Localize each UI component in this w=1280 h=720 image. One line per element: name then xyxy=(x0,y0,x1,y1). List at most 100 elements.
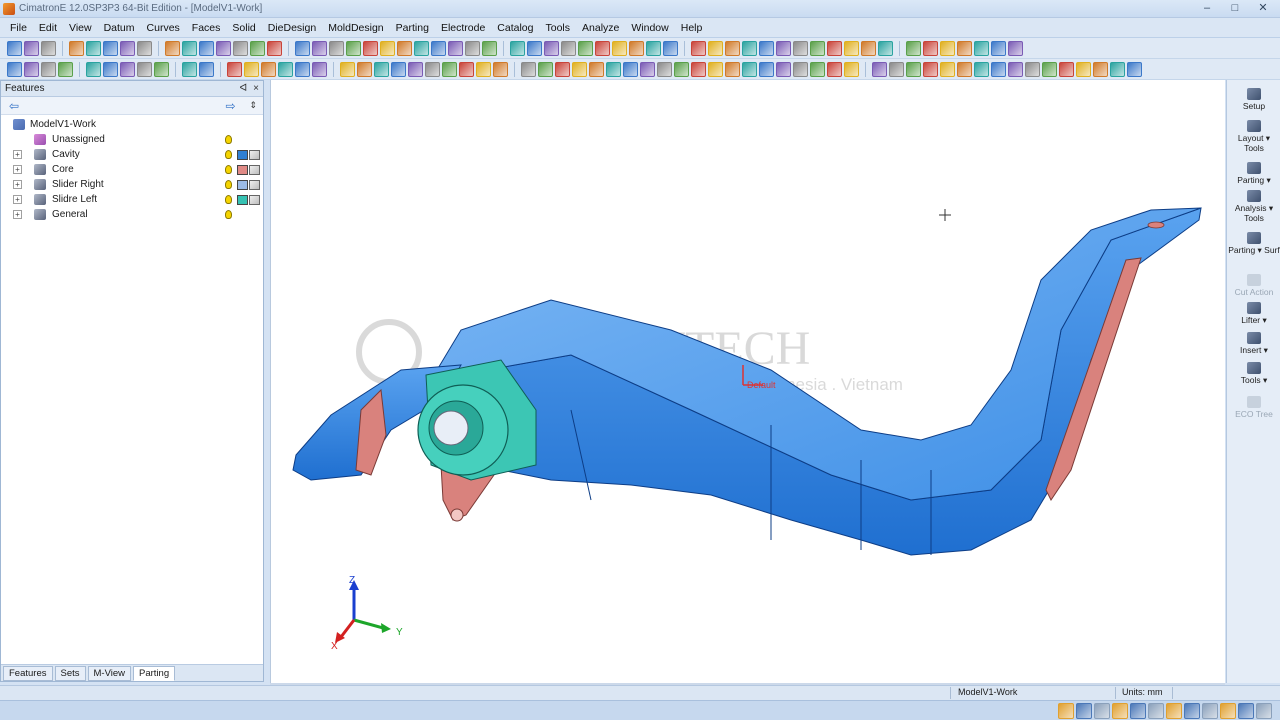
toolbar-tool-icon[interactable] xyxy=(940,61,955,77)
filter-tool-icon[interactable] xyxy=(1256,703,1272,719)
toolbar-tool-icon[interactable] xyxy=(199,40,214,56)
maximize-button[interactable]: □ xyxy=(1222,2,1248,16)
toolbar-tool-icon[interactable] xyxy=(267,40,282,56)
toolbar-tool-icon[interactable] xyxy=(442,61,457,77)
menu-help[interactable]: Help xyxy=(675,18,709,38)
toolbar-tool-icon[interactable] xyxy=(1127,61,1142,77)
toolbar-tool-icon[interactable] xyxy=(906,61,921,77)
toolbar-tool-icon[interactable] xyxy=(810,40,825,56)
toolbar-tool-icon[interactable] xyxy=(233,40,248,56)
toolbar-tool-icon[interactable] xyxy=(1110,61,1125,77)
toolbar-tool-icon[interactable] xyxy=(425,61,440,77)
model-canvas[interactable]: MYGROWTECH Malaysia . Singapore . Thaila… xyxy=(271,80,1225,683)
right-tool-button[interactable]: Lifter ▾ xyxy=(1227,302,1280,325)
toolbar-tool-icon[interactable] xyxy=(646,40,661,56)
toolbar-tool-icon[interactable] xyxy=(940,40,955,56)
menu-window[interactable]: Window xyxy=(625,18,674,38)
toolbar-tool-icon[interactable] xyxy=(482,40,497,56)
toolbar-tool-icon[interactable] xyxy=(41,61,56,77)
menu-catalog[interactable]: Catalog xyxy=(491,18,539,38)
toolbar-tool-icon[interactable] xyxy=(1042,61,1057,77)
menu-datum[interactable]: Datum xyxy=(98,18,141,38)
toolbar-tool-icon[interactable] xyxy=(742,61,757,77)
right-tool-button[interactable]: Layout ▾ Tools xyxy=(1227,120,1280,153)
toolbar-tool-icon[interactable] xyxy=(555,61,570,77)
toolbar-tool-icon[interactable] xyxy=(7,40,22,56)
toolbar-tool-icon[interactable] xyxy=(776,40,791,56)
toolbar-tool-icon[interactable] xyxy=(759,61,774,77)
toolbar-tool-icon[interactable] xyxy=(312,40,327,56)
toolbar-tool-icon[interactable] xyxy=(861,40,876,56)
toolbar-tool-icon[interactable] xyxy=(476,61,491,77)
menu-diedesign[interactable]: DieDesign xyxy=(262,18,322,38)
toolbar-tool-icon[interactable] xyxy=(538,61,553,77)
toolbar-tool-icon[interactable] xyxy=(974,40,989,56)
tree-item[interactable]: ModelV1-Work xyxy=(1,117,263,132)
forward-arrow-icon[interactable]: ⇨ xyxy=(225,100,239,112)
toolbar-tool-icon[interactable] xyxy=(431,40,446,56)
tree-item[interactable]: + Core xyxy=(1,162,263,177)
menu-edit[interactable]: Edit xyxy=(33,18,63,38)
toolbar-tool-icon[interactable] xyxy=(397,40,412,56)
toolbar-tool-icon[interactable] xyxy=(708,40,723,56)
toolbar-tool-icon[interactable] xyxy=(889,61,904,77)
filter-tool-icon[interactable] xyxy=(1184,703,1200,719)
toolbar-tool-icon[interactable] xyxy=(725,61,740,77)
toolbar-tool-icon[interactable] xyxy=(844,61,859,77)
toolbar-tool-icon[interactable] xyxy=(810,61,825,77)
color-swatch[interactable] xyxy=(237,164,248,175)
color-swatch[interactable] xyxy=(237,194,248,205)
toolbar-tool-icon[interactable] xyxy=(414,40,429,56)
document-icon[interactable] xyxy=(249,194,260,205)
color-swatch[interactable] xyxy=(237,179,248,190)
toolbar-tool-icon[interactable] xyxy=(357,61,372,77)
toolbar-tool-icon[interactable] xyxy=(346,40,361,56)
toolbar-tool-icon[interactable] xyxy=(24,40,39,56)
toolbar-tool-icon[interactable] xyxy=(663,40,678,56)
expand-icon[interactable]: + xyxy=(13,180,22,189)
toolbar-tool-icon[interactable] xyxy=(759,40,774,56)
toolbar-tool-icon[interactable] xyxy=(340,61,355,77)
toolbar-tool-icon[interactable] xyxy=(827,61,842,77)
toolbar-tool-icon[interactable] xyxy=(120,61,135,77)
menu-faces[interactable]: Faces xyxy=(186,18,227,38)
toolbar-tool-icon[interactable] xyxy=(844,40,859,56)
tab-sets[interactable]: Sets xyxy=(54,665,86,681)
toolbar-tool-icon[interactable] xyxy=(991,40,1006,56)
toolbar-tool-icon[interactable] xyxy=(182,40,197,56)
tab-parting[interactable]: Parting xyxy=(133,665,176,681)
close-panel-icon[interactable]: × xyxy=(253,83,259,94)
toolbar-tool-icon[interactable] xyxy=(1076,61,1091,77)
toolbar-tool-icon[interactable] xyxy=(493,61,508,77)
right-tool-button[interactable]: ECO Tree xyxy=(1227,396,1280,419)
expand-icon[interactable]: + xyxy=(13,210,22,219)
tab-features[interactable]: Features xyxy=(3,665,53,681)
toolbar-tool-icon[interactable] xyxy=(465,40,480,56)
visibility-bulb-icon[interactable] xyxy=(225,135,232,144)
menu-molddesign[interactable]: MoldDesign xyxy=(322,18,389,38)
right-tool-button[interactable]: Cut Action xyxy=(1227,274,1280,297)
toolbar-tool-icon[interactable] xyxy=(86,61,101,77)
menu-curves[interactable]: Curves xyxy=(141,18,186,38)
right-tool-button[interactable]: Parting ▾ Surf xyxy=(1227,232,1280,255)
toolbar-tool-icon[interactable] xyxy=(1059,61,1074,77)
menu-analyze[interactable]: Analyze xyxy=(576,18,625,38)
filter-tool-icon[interactable] xyxy=(1202,703,1218,719)
toolbar-tool-icon[interactable] xyxy=(991,61,1006,77)
toolbar-tool-icon[interactable] xyxy=(572,61,587,77)
toolbar-tool-icon[interactable] xyxy=(295,61,310,77)
toolbar-tool-icon[interactable] xyxy=(7,61,22,77)
right-tool-button[interactable]: Parting ▾ xyxy=(1227,162,1280,185)
toolbar-tool-icon[interactable] xyxy=(1008,61,1023,77)
toolbar-tool-icon[interactable] xyxy=(623,61,638,77)
toolbar-tool-icon[interactable] xyxy=(363,40,378,56)
toolbar-tool-icon[interactable] xyxy=(1008,40,1023,56)
right-tool-button[interactable]: Setup xyxy=(1227,88,1280,111)
toolbar-tool-icon[interactable] xyxy=(58,61,73,77)
toolbar-tool-icon[interactable] xyxy=(329,40,344,56)
toolbar-tool-icon[interactable] xyxy=(278,61,293,77)
toolbar-tool-icon[interactable] xyxy=(154,61,169,77)
toolbar-tool-icon[interactable] xyxy=(691,40,706,56)
toolbar-tool-icon[interactable] xyxy=(742,40,757,56)
toolbar-tool-icon[interactable] xyxy=(974,61,989,77)
